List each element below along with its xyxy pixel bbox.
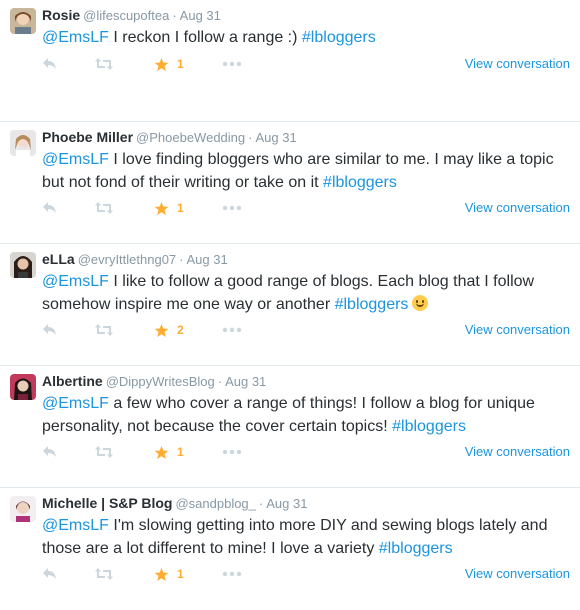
author-handle[interactable]: @PhoebeWedding bbox=[136, 130, 245, 145]
smiling-face-emoji-icon bbox=[412, 295, 429, 311]
avatar[interactable] bbox=[10, 252, 36, 278]
mention-link[interactable]: @EmsLF bbox=[42, 517, 109, 534]
avatar[interactable] bbox=[10, 130, 36, 156]
favorite-count: 2 bbox=[177, 323, 184, 337]
separator-dot: · bbox=[258, 496, 264, 511]
separator-dot: · bbox=[179, 252, 184, 267]
view-conversation-link[interactable]: View conversation bbox=[465, 56, 570, 71]
view-conversation-link[interactable]: View conversation bbox=[465, 322, 570, 337]
more-dots-icon[interactable] bbox=[222, 449, 242, 455]
author-name[interactable]: Phoebe Miller bbox=[42, 129, 133, 145]
favorite-button[interactable]: 1 bbox=[154, 57, 184, 72]
hashtag-link[interactable]: #lbloggers bbox=[379, 540, 453, 557]
star-icon bbox=[154, 57, 169, 71]
reply-icon[interactable] bbox=[42, 323, 58, 337]
reply-icon[interactable] bbox=[42, 567, 58, 581]
tweet-body: I'm slowing getting into more DIY and se… bbox=[42, 517, 548, 557]
tweet-text: @EmsLF I reckon I follow a range :) #lbl… bbox=[42, 26, 568, 49]
hashtag-link[interactable]: #lbloggers bbox=[335, 296, 409, 313]
tweet-text: @EmsLF I like to follow a good range of … bbox=[42, 270, 568, 316]
mention-link[interactable]: @EmsLF bbox=[42, 151, 109, 168]
tweet-body: I love finding bloggers who are similar … bbox=[42, 151, 554, 191]
mention-link[interactable]: @EmsLF bbox=[42, 29, 109, 46]
tweet: eLLa @evryIttlethng07 · Aug 31 @EmsLF I lik… bbox=[0, 244, 580, 366]
favorite-count: 1 bbox=[177, 57, 184, 71]
view-conversation-link[interactable]: View conversation bbox=[465, 566, 570, 581]
tweet: Albertine @DippyWritesBlog · Aug 31 @EmsLF … bbox=[0, 366, 580, 488]
more-dots-icon[interactable] bbox=[222, 205, 242, 211]
author-handle[interactable]: @sandpblog_ bbox=[175, 496, 255, 511]
more-dots-icon[interactable] bbox=[222, 61, 242, 67]
star-icon bbox=[154, 445, 169, 459]
tweet-feed: Rosie @lifescupoftea · Aug 31 @EmsLF I reck… bbox=[0, 0, 580, 610]
view-conversation-link[interactable]: View conversation bbox=[465, 444, 570, 459]
author-name[interactable]: Michelle | S&P Blog bbox=[42, 495, 172, 511]
retweet-icon[interactable] bbox=[94, 323, 114, 337]
reply-icon[interactable] bbox=[42, 57, 58, 71]
star-icon bbox=[154, 323, 169, 337]
favorite-button[interactable]: 2 bbox=[154, 323, 184, 338]
star-icon bbox=[154, 201, 169, 215]
reply-icon[interactable] bbox=[42, 445, 58, 459]
favorite-count: 1 bbox=[177, 445, 184, 459]
timestamp[interactable]: Aug 31 bbox=[266, 496, 307, 511]
tweet-text: @EmsLF I love finding bloggers who are s… bbox=[42, 148, 568, 194]
hashtag-link[interactable]: #lbloggers bbox=[323, 174, 397, 191]
retweet-icon[interactable] bbox=[94, 57, 114, 71]
tweet: Michelle | S&P Blog @sandpblog_ · Aug 31 @E… bbox=[0, 488, 580, 610]
tweet: Rosie @lifescupoftea · Aug 31 @EmsLF I reck… bbox=[0, 0, 580, 122]
timestamp[interactable]: Aug 31 bbox=[187, 252, 228, 267]
favorite-count: 1 bbox=[177, 567, 184, 581]
timestamp[interactable]: Aug 31 bbox=[225, 374, 266, 389]
separator-dot: · bbox=[217, 374, 223, 389]
author-name[interactable]: Rosie bbox=[42, 7, 80, 23]
timestamp[interactable]: Aug 31 bbox=[255, 130, 296, 145]
author-handle[interactable]: @lifescupoftea bbox=[83, 8, 169, 23]
avatar[interactable] bbox=[10, 374, 36, 400]
hashtag-link[interactable]: #lbloggers bbox=[302, 29, 376, 46]
author-name[interactable]: Albertine bbox=[42, 373, 103, 389]
mention-link[interactable]: @EmsLF bbox=[42, 273, 109, 290]
author-handle[interactable]: @DippyWritesBlog bbox=[106, 374, 215, 389]
author-handle[interactable]: @evryIttlethng07 bbox=[78, 252, 176, 267]
separator-dot: · bbox=[172, 8, 177, 23]
tweet-body: I reckon I follow a range :) bbox=[108, 29, 302, 46]
tweet-text: @EmsLF a few who cover a range of things… bbox=[42, 392, 568, 438]
timestamp[interactable]: Aug 31 bbox=[180, 8, 221, 23]
retweet-icon[interactable] bbox=[94, 445, 114, 459]
tweet: Phoebe Miller @PhoebeWedding · Aug 31 @EmsL… bbox=[0, 122, 580, 244]
separator-dot: · bbox=[248, 130, 253, 145]
hashtag-link[interactable]: #lbloggers bbox=[392, 418, 466, 435]
retweet-icon[interactable] bbox=[94, 201, 114, 215]
tweet-body: I like to follow a good range of blogs. … bbox=[42, 273, 535, 313]
more-dots-icon[interactable] bbox=[222, 571, 242, 577]
more-dots-icon[interactable] bbox=[222, 327, 242, 333]
favorite-button[interactable]: 1 bbox=[154, 201, 184, 216]
favorite-button[interactable]: 1 bbox=[154, 445, 184, 460]
mention-link[interactable]: @EmsLF bbox=[42, 395, 109, 412]
view-conversation-link[interactable]: View conversation bbox=[465, 200, 570, 215]
retweet-icon[interactable] bbox=[94, 567, 114, 581]
author-name[interactable]: eLLa bbox=[42, 251, 75, 267]
reply-icon[interactable] bbox=[42, 201, 58, 215]
avatar[interactable] bbox=[10, 8, 36, 34]
tweet-text: @EmsLF I'm slowing getting into more DIY… bbox=[42, 514, 568, 560]
favorite-count: 1 bbox=[177, 201, 184, 215]
avatar[interactable] bbox=[10, 496, 36, 522]
